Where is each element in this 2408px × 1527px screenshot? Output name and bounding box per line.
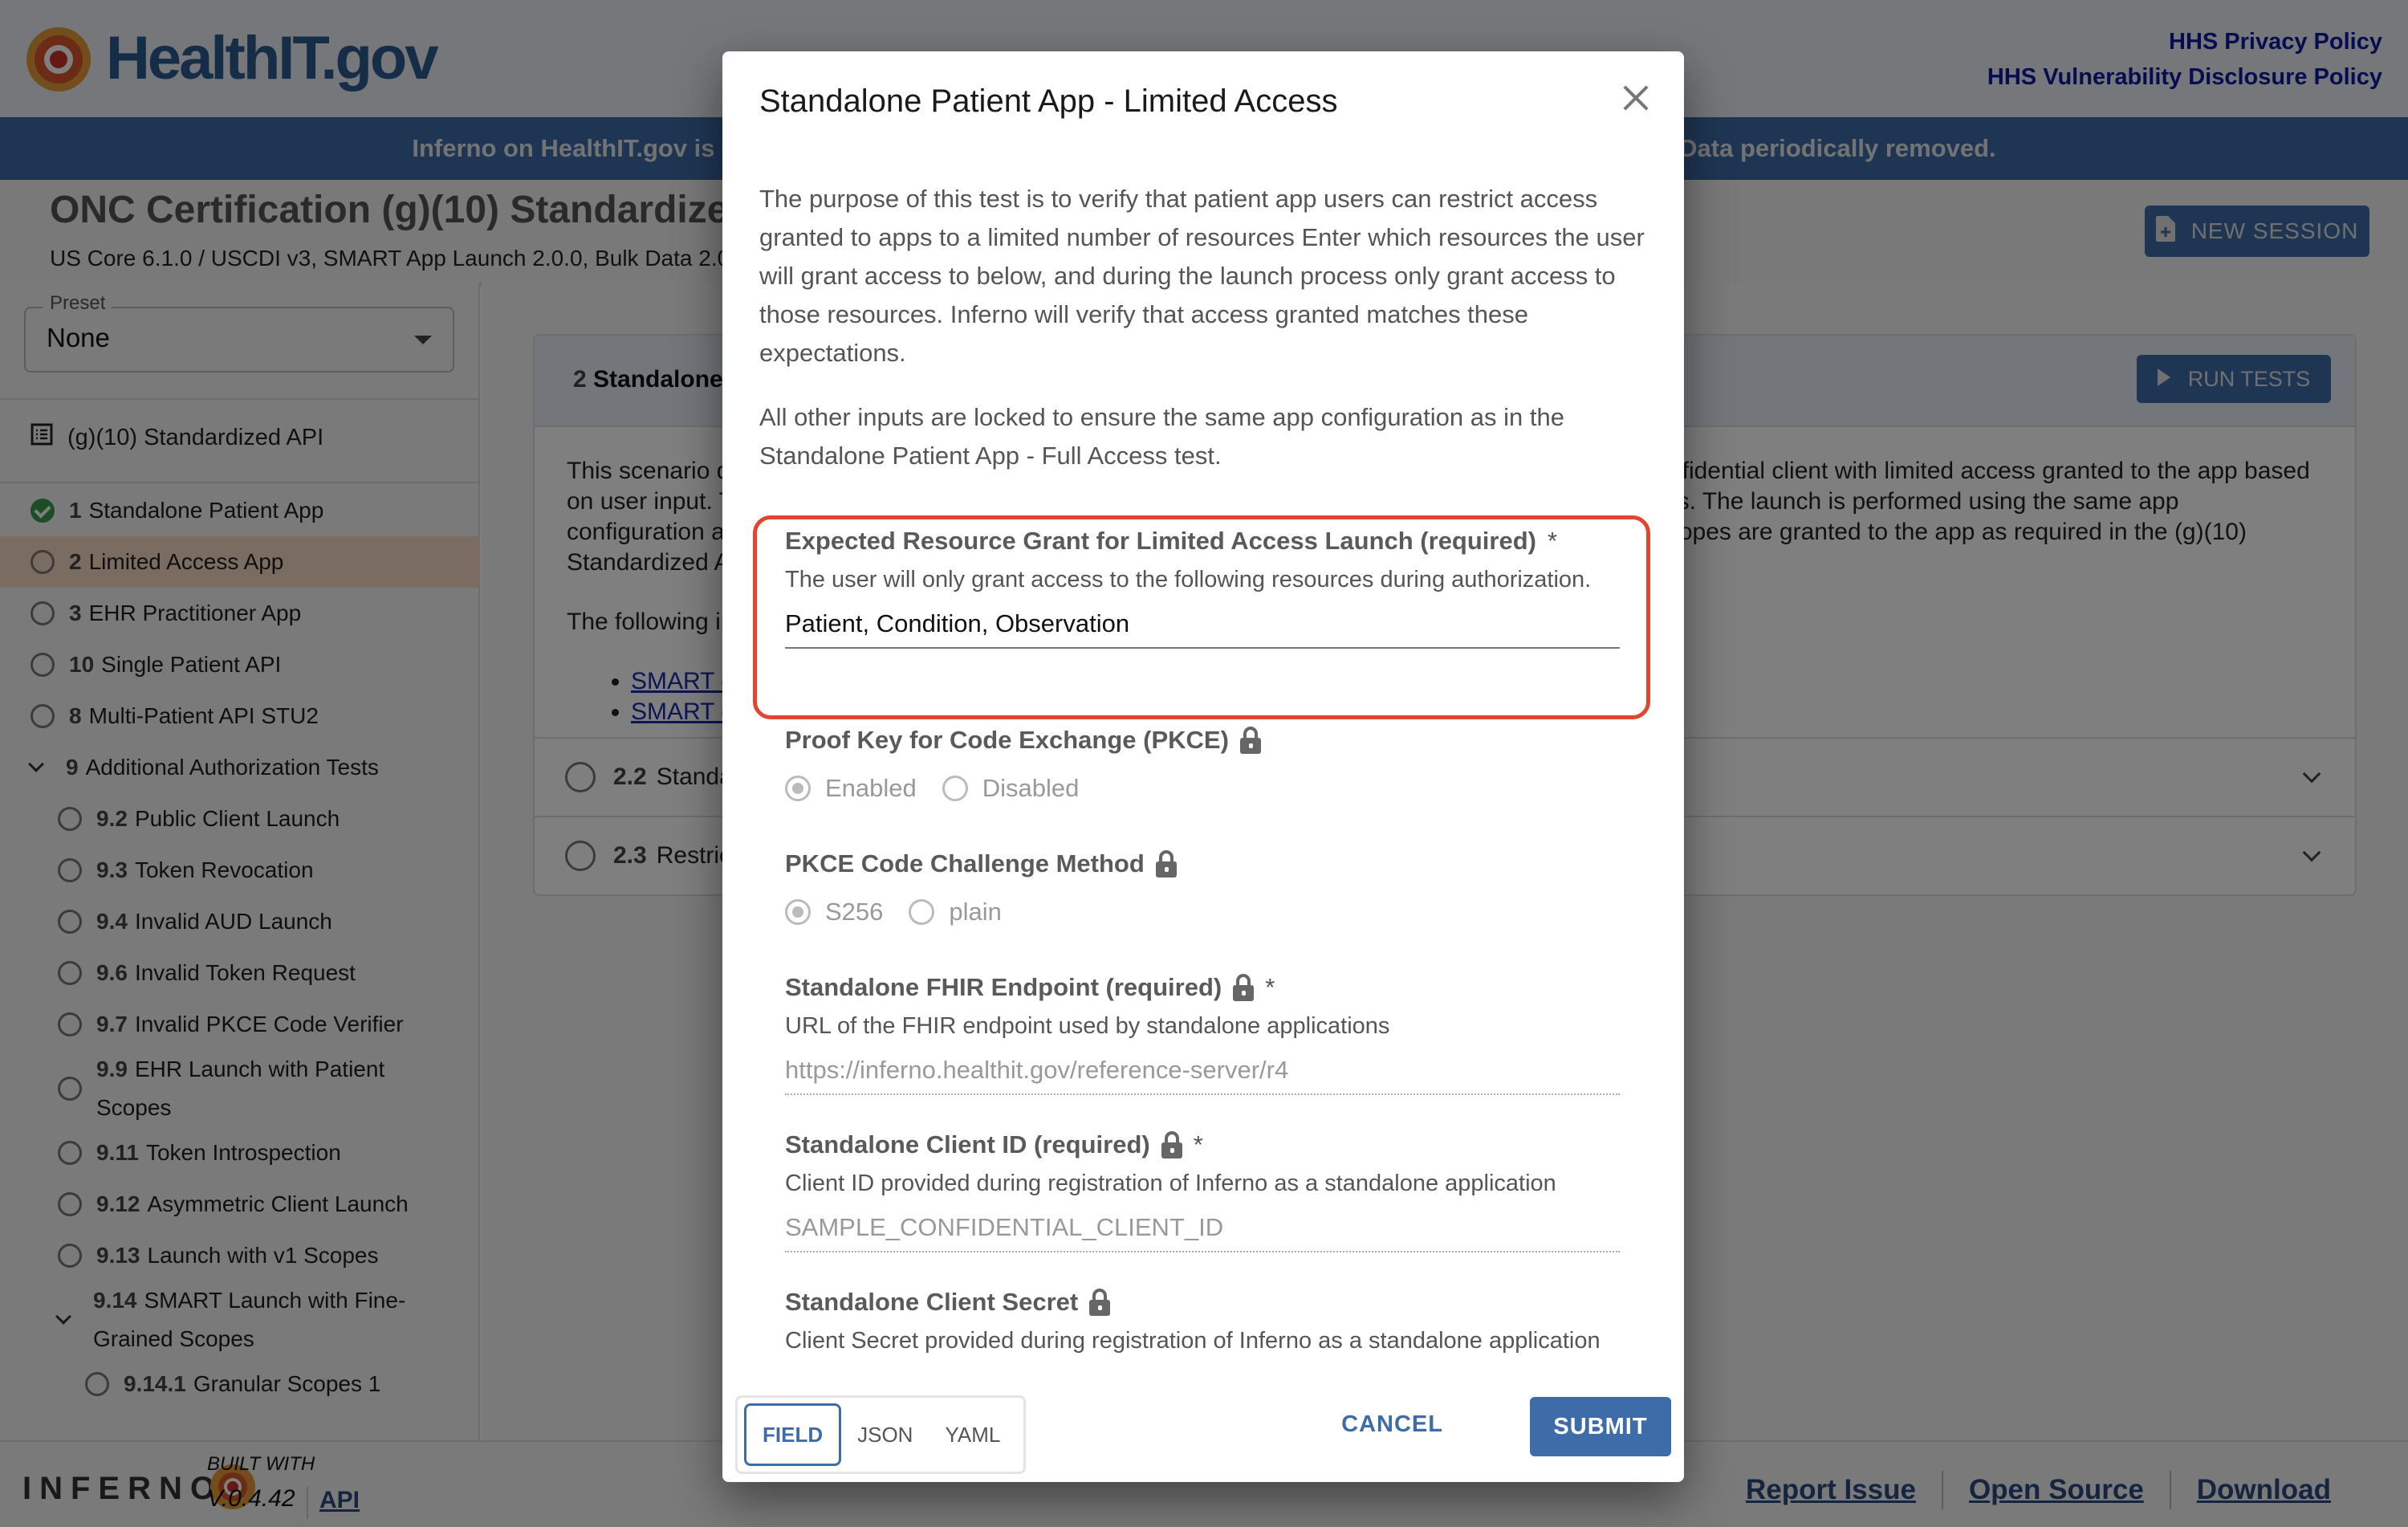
field-label-text: Standalone Client Secret: [785, 1288, 1079, 1316]
view-json-button[interactable]: JSON: [841, 1403, 929, 1466]
modal-note-text: All other inputs are locked to ensure th…: [759, 403, 1564, 470]
field-description: Client ID provided during registration o…: [785, 1171, 1556, 1196]
radio-unselected-icon: [942, 776, 968, 801]
modal-intro-text: The purpose of this test is to verify th…: [759, 185, 1645, 367]
resource-grant-input[interactable]: [785, 601, 1620, 649]
field-description: URL of the FHIR endpoint used by standal…: [785, 1013, 1390, 1039]
required-mark: *: [1547, 527, 1558, 555]
pkce-enabled-radio[interactable]: Enabled: [785, 774, 917, 803]
lock-icon: [1233, 974, 1255, 1001]
radio-unselected-icon: [909, 899, 935, 925]
fhir-endpoint-field: Standalone FHIR Endpoint (required) * UR…: [785, 973, 1620, 1095]
pkce-plain-radio[interactable]: plain: [909, 898, 1002, 926]
pkce-disabled-radio[interactable]: Disabled: [942, 774, 1080, 803]
radio-selected-icon: [785, 776, 811, 801]
client-id-field: Standalone Client ID (required) * Client…: [785, 1130, 1620, 1252]
field-label-text: Expected Resource Grant for Limited Acce…: [785, 527, 1536, 555]
pkce-method-field: PKCE Code Challenge Method S256 plain: [785, 849, 1620, 926]
field-label: Expected Resource Grant for Limited Acce…: [785, 527, 1620, 556]
radio-label: S256: [825, 898, 884, 926]
field-label-text: PKCE Code Challenge Method: [785, 849, 1145, 878]
modal-title: Standalone Patient App - Limited Access: [759, 83, 1338, 119]
pkce-radio-group: Enabled Disabled: [785, 774, 1620, 803]
pkce-method-radio-group: S256 plain: [785, 898, 1620, 926]
lock-icon: [1161, 1131, 1182, 1158]
pkce-s256-radio[interactable]: S256: [785, 898, 883, 926]
radio-selected-icon: [785, 899, 811, 925]
input-modal: Standalone Patient App - Limited Access …: [722, 51, 1684, 1482]
field-label: Standalone FHIR Endpoint (required) *: [785, 973, 1620, 1002]
view-field-button[interactable]: FIELD: [744, 1403, 842, 1466]
close-icon[interactable]: [1620, 82, 1652, 114]
resource-grant-field: Expected Resource Grant for Limited Acce…: [785, 527, 1620, 649]
lock-icon: [1089, 1289, 1111, 1316]
field-label: PKCE Code Challenge Method: [785, 849, 1620, 878]
lock-icon: [1155, 850, 1177, 878]
fhir-endpoint-input[interactable]: [785, 1047, 1620, 1095]
field-description: Client Secret provided during registrati…: [785, 1328, 1601, 1354]
modal-footer: FIELD JSON YAML CANCEL SUBMIT: [722, 1376, 1684, 1482]
view-yaml-button[interactable]: YAML: [929, 1403, 1016, 1466]
client-secret-field: Standalone Client Secret Client Secret p…: [785, 1288, 1620, 1362]
field-label-text: Proof Key for Code Exchange (PKCE): [785, 726, 1229, 754]
client-id-input[interactable]: [785, 1204, 1620, 1252]
submit-button[interactable]: SUBMIT: [1530, 1397, 1671, 1456]
field-label: Standalone Client Secret: [785, 1288, 1620, 1317]
field-label: Proof Key for Code Exchange (PKCE): [785, 726, 1620, 755]
pkce-field: Proof Key for Code Exchange (PKCE) Enabl…: [785, 726, 1620, 803]
field-label-text: Standalone Client ID (required): [785, 1130, 1150, 1158]
view-mode-toggle: FIELD JSON YAML: [735, 1395, 1026, 1474]
cancel-button[interactable]: CANCEL: [1341, 1411, 1443, 1438]
field-label-text: Standalone FHIR Endpoint (required): [785, 973, 1222, 1001]
field-description: The user will only grant access to the f…: [785, 567, 1592, 592]
required-mark: *: [1193, 1130, 1203, 1158]
required-mark: *: [1265, 973, 1275, 1001]
radio-label: Disabled: [982, 774, 1080, 802]
field-label: Standalone Client ID (required) *: [785, 1130, 1620, 1159]
modal-intro: The purpose of this test is to verify th…: [759, 180, 1647, 501]
radio-label: Enabled: [825, 774, 917, 802]
lock-icon: [1239, 727, 1261, 754]
radio-label: plain: [949, 898, 1002, 926]
